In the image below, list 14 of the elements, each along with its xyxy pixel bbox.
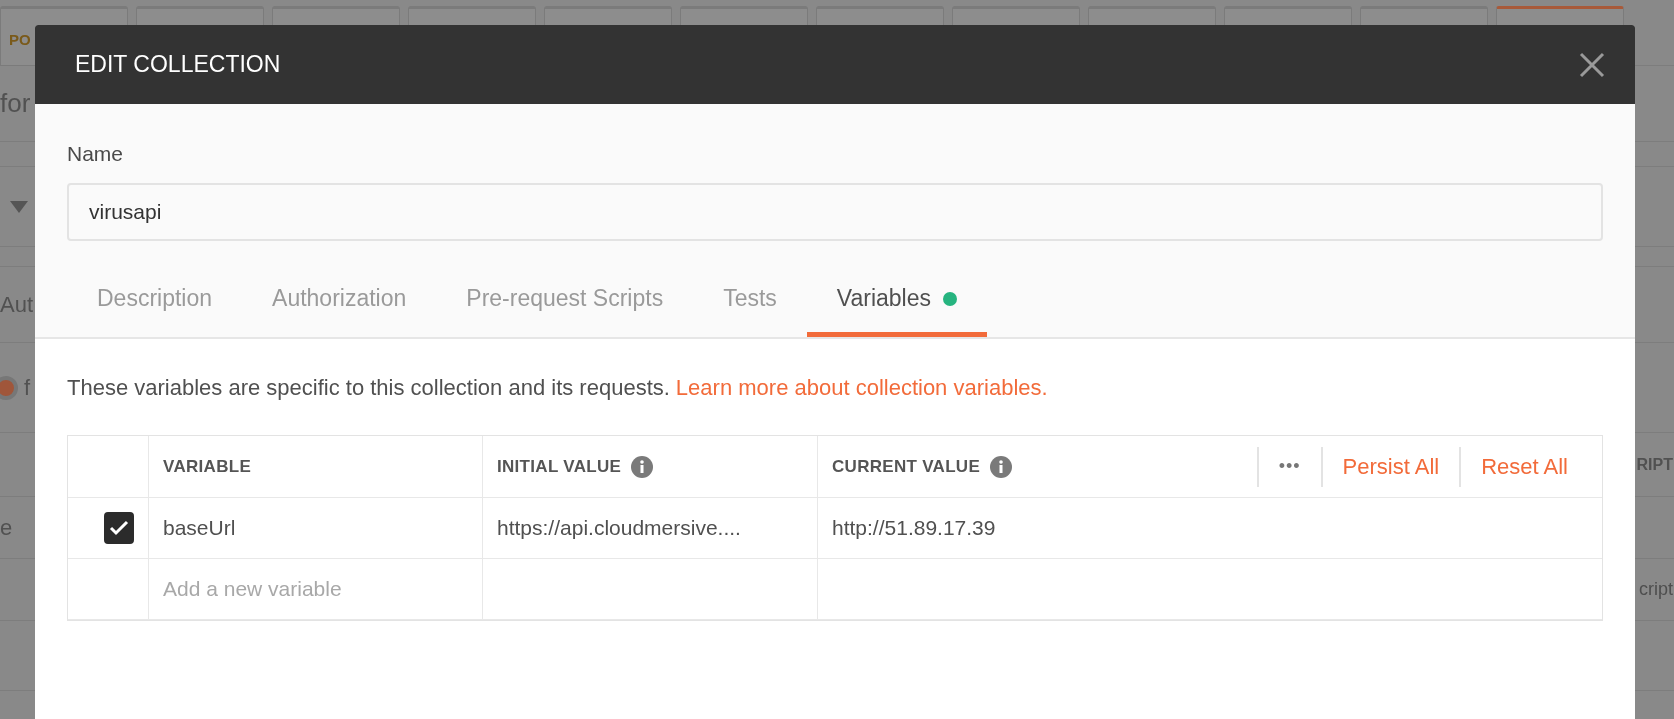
- dialog-title: EDIT COLLECTION: [75, 51, 281, 78]
- background-radio-label: f: [24, 374, 31, 401]
- variable-name: baseUrl: [163, 516, 236, 540]
- name-label: Name: [67, 142, 125, 166]
- background-title: for: [0, 88, 31, 119]
- description-text: These variables are specific to this collection and its requests.: [67, 375, 670, 401]
- background-column-header: RIPT: [1636, 455, 1674, 474]
- initial-value: https://api.cloudmersive....: [497, 516, 741, 540]
- background-tab-label: Aut: [0, 291, 34, 318]
- column-header: VARIABLE: [163, 456, 252, 477]
- column-header: CURRENT VALUE: [832, 456, 981, 477]
- current-value: http://51.89.17.39: [832, 516, 996, 540]
- column-header: INITIAL VALUE: [497, 456, 622, 477]
- background-cell: e: [0, 514, 13, 541]
